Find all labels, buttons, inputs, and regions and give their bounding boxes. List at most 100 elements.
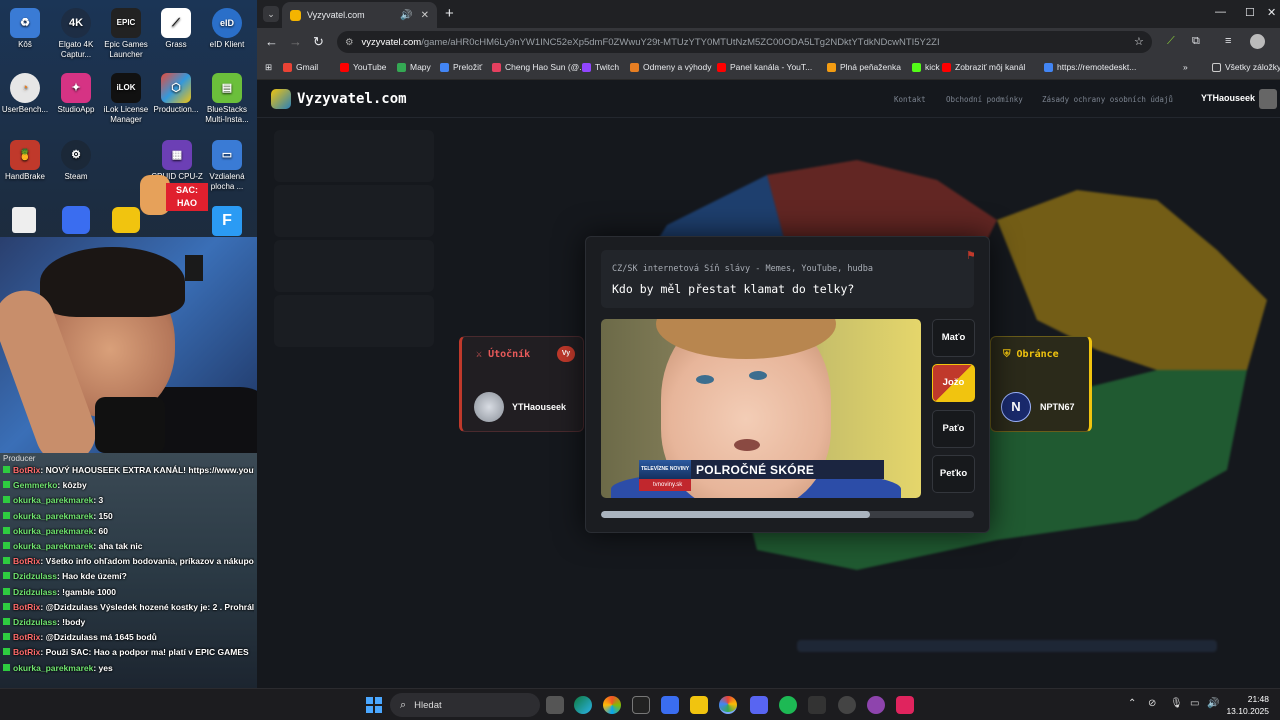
profile-avatar[interactable]	[1250, 34, 1265, 49]
chat-username[interactable]: Dzidzulass	[13, 587, 57, 597]
new-tab-button[interactable]: +	[445, 5, 454, 22]
display-icon[interactable]: ▭	[1190, 698, 1199, 709]
address-bar[interactable]: ⚙ vyzyvatel.com /game/aHR0cHM6Ly9nYW1INC…	[337, 31, 1152, 53]
extensions-icon[interactable]: ⧉	[1192, 35, 1200, 48]
all-bookmarks[interactable]: Všetky záložky	[1212, 62, 1280, 72]
system-clock[interactable]: 21:48 13.10.2025	[1225, 693, 1269, 717]
bookmarks-overflow-icon[interactable]: »	[1183, 62, 1188, 72]
nav-privacy[interactable]: Zásady ochrany osobních údajů	[1042, 95, 1173, 104]
chat-username[interactable]: BotRix	[13, 556, 40, 566]
microphone-icon[interactable]: 🎙	[1170, 698, 1183, 709]
file-explorer-icon[interactable]	[690, 696, 708, 714]
bookmark-item[interactable]: Plná peňaženka	[827, 62, 901, 72]
chat-username[interactable]: okurka_parekmarek	[13, 511, 93, 521]
desktop-icon-epic-games[interactable]: EPIC Epic Games Launcher	[98, 8, 154, 60]
minimize-button[interactable]: —	[1215, 6, 1226, 18]
desktop-icon-userbench[interactable]: ◔ UserBench...	[0, 73, 53, 115]
bookmark-item[interactable]: Zobraziť môj kanál	[942, 62, 1025, 72]
maximize-button[interactable]: ☐	[1245, 6, 1255, 19]
desktop-icon-recycle-bin[interactable]: ♻ Kôš	[0, 8, 53, 50]
report-flag-icon[interactable]: ⚑	[966, 249, 976, 262]
chrome-icon[interactable]	[719, 696, 737, 714]
app-icon[interactable]	[867, 696, 885, 714]
desktop-icon-handbrake[interactable]: 🍍 HandBrake	[0, 140, 53, 182]
chat-username[interactable]: BotRix	[13, 632, 40, 642]
chat-username[interactable]: Dzidzulass	[13, 617, 57, 627]
answer-button-mato[interactable]: Maťo	[932, 319, 975, 357]
chat-username[interactable]: BotRix	[13, 602, 40, 612]
tab-search-icon[interactable]: ⌄	[263, 6, 279, 22]
desktop-icon-label: Vzdialená plocha ...	[209, 172, 245, 191]
edge-icon[interactable]	[574, 696, 592, 714]
bookmark-item[interactable]: Odmeny a výhody	[630, 62, 712, 72]
bookmark-item[interactable]: Mapy	[397, 62, 431, 72]
bookmark-star-icon[interactable]: ☆	[1134, 35, 1144, 48]
chat-username[interactable]: Gemmerko	[13, 480, 57, 490]
desktop-icon-bluestacks[interactable]: ▤ BlueStacks Multi-Insta...	[199, 73, 255, 125]
desktop-icon-steam[interactable]: ⚙ Steam	[48, 140, 104, 182]
obs-icon[interactable]	[838, 696, 856, 714]
speaker-icon[interactable]: 🔊	[400, 10, 412, 21]
question-video[interactable]: TELEVÍZNE NOVINY POLROČNÉ SKÓRE tvnoviny…	[601, 319, 921, 498]
answer-button-petko[interactable]: Peťko	[932, 455, 975, 493]
site-info-icon[interactable]: ⚙	[345, 37, 354, 48]
bookmark-item[interactable]: Cheng Hao Sun (@...	[492, 62, 586, 72]
ctrl-app-icon[interactable]	[632, 696, 650, 714]
site-logo[interactable]: Vyzyvatel.com	[271, 89, 407, 109]
chat-username[interactable]: okurka_parekmarek	[13, 663, 93, 673]
reload-button[interactable]: ↻	[313, 34, 324, 50]
desktop-icon-grass[interactable]: ⟋ Grass	[148, 8, 204, 50]
desktop-icon-eid[interactable]: eID eID Klient	[199, 8, 255, 50]
close-tab-icon[interactable]: ✕	[421, 10, 429, 21]
bookmark-item[interactable]: kick	[912, 62, 940, 72]
header-username[interactable]: YTHaouseek	[1201, 93, 1255, 103]
app-icon[interactable]	[112, 207, 140, 233]
network-icon[interactable]: ⊘	[1148, 698, 1156, 709]
bookmark-item[interactable]: Gmail	[283, 62, 318, 72]
webcam-speaker	[185, 255, 203, 281]
answer-button-jozo[interactable]: Jožo	[932, 364, 975, 402]
copilot-icon[interactable]	[603, 696, 621, 714]
taskbar-search[interactable]: ⌕ Hledat	[390, 693, 540, 717]
nav-contact[interactable]: Kontakt	[894, 95, 926, 104]
chat-username[interactable]: okurka_parekmarek	[13, 495, 93, 505]
media-controls-icon[interactable]: ≡	[1225, 35, 1231, 47]
apps-grid-icon[interactable]: ⊞	[265, 62, 272, 73]
bookmark-item[interactable]: Preložiť	[440, 62, 482, 72]
tab-vyzyvatel[interactable]: Vyzyvatel.com 🔊 ✕	[282, 2, 437, 28]
desktop-icon-studioapp[interactable]: ✦ StudioApp	[48, 73, 104, 115]
chat-username[interactable]: Dzidzulass	[13, 571, 57, 581]
chat-username[interactable]: BotRix	[13, 647, 40, 657]
bookmark-item[interactable]: Panel kanála - YouT...	[717, 62, 812, 72]
task-view-icon[interactable]	[546, 696, 564, 714]
chat-username[interactable]: okurka_parekmarek	[13, 541, 93, 551]
bookmark-item[interactable]: Twitch	[582, 62, 619, 72]
bookmark-item[interactable]: YouTube	[340, 62, 386, 72]
header-avatar[interactable]	[1259, 89, 1277, 109]
back-button[interactable]: ←	[265, 34, 278, 49]
windows-start-icon[interactable]	[366, 697, 382, 713]
elgato-icon: 4K	[61, 8, 91, 38]
store-icon[interactable]	[661, 696, 679, 714]
close-window-button[interactable]: ✕	[1267, 6, 1276, 19]
chat-username[interactable]: BotRix	[13, 465, 40, 475]
f-app-icon[interactable]: F	[212, 206, 242, 236]
desktop-icon-production[interactable]: ⬡ Production...	[148, 73, 204, 115]
desktop-icon-elgato[interactable]: 4K Elgato 4K Captur...	[48, 8, 104, 60]
volume-icon[interactable]: 🔊	[1207, 698, 1219, 709]
chat-badge-icon	[3, 481, 10, 489]
nav-terms[interactable]: Obchodní podmínky	[946, 95, 1023, 104]
desktop-icon-ilok[interactable]: iLOK iLok License Manager	[98, 73, 154, 125]
tray-overflow-icon[interactable]: ⌃	[1128, 698, 1136, 709]
roblox-icon[interactable]	[62, 206, 90, 234]
bookmark-item[interactable]: https://remotedeskt...	[1044, 62, 1136, 72]
answer-button-pato[interactable]: Paťo	[932, 410, 975, 448]
spotify-icon[interactable]	[779, 696, 797, 714]
tiktok-icon[interactable]	[896, 696, 914, 714]
discord-icon[interactable]	[750, 696, 768, 714]
document-icon[interactable]	[12, 207, 36, 233]
chat-username[interactable]: okurka_parekmarek	[13, 526, 93, 536]
app-icon[interactable]	[808, 696, 826, 714]
forward-button[interactable]: →	[289, 34, 302, 49]
extension-grass-icon[interactable]: ⟋	[1167, 35, 1175, 48]
